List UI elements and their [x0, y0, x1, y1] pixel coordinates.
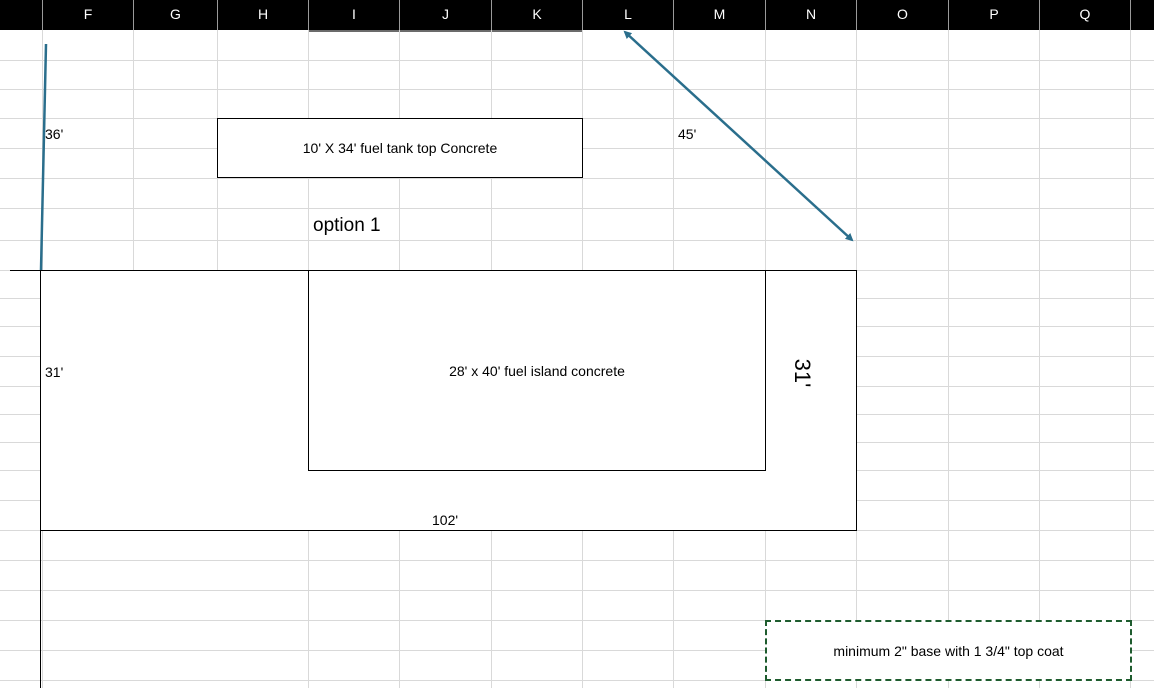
- dimension-line-36[interactable]: [39, 43, 48, 271]
- dimension-arrow-45[interactable]: [623, 30, 854, 242]
- drawing-overlay: [39, 30, 854, 271]
- spreadsheet-canvas[interactable]: F G H I J K L M N O P Q 10' X 34' fuel t…: [0, 0, 1154, 688]
